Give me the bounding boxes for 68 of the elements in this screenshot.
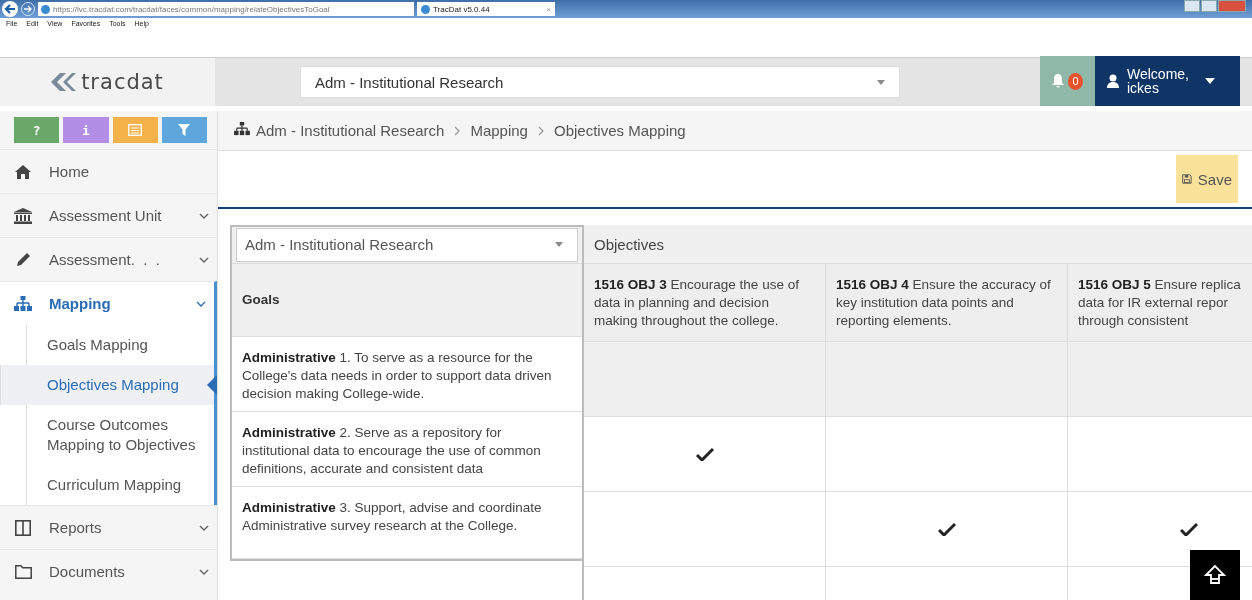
mapping-cell[interactable] <box>1068 341 1252 416</box>
unit-dropdown[interactable]: Adm - Institutional Research <box>300 66 900 98</box>
minimize-button[interactable] <box>1184 0 1200 12</box>
goal-cell: Administrative 2. Serve as a repository for institutional data to encourage the use of common definitions, accurate and consistent data <box>232 410 582 486</box>
nav-label: Documents <box>49 563 126 580</box>
mapping-cell[interactable] <box>826 341 1068 416</box>
bell-icon <box>1052 74 1064 88</box>
globe-icon <box>421 4 430 14</box>
checkmark-icon <box>1179 522 1198 536</box>
unit-dropdown[interactable]: Adm - Institutional Research <box>236 227 578 262</box>
up-arrow-icon <box>1204 564 1226 586</box>
user-icon <box>1107 74 1119 88</box>
nav-item[interactable]: Documents <box>0 549 217 593</box>
mapping-cell[interactable] <box>826 416 1068 491</box>
pencil-icon <box>14 251 32 268</box>
objective-header: 1516 OBJ 5 Ensure replica data for IR external repor through consistent <box>1068 264 1252 341</box>
checkmark-icon <box>695 447 714 461</box>
nav-item[interactable]: Mapping <box>0 281 217 325</box>
nav-item[interactable]: Reports <box>0 505 217 549</box>
folder-icon <box>14 564 32 579</box>
save-button[interactable]: Save <box>1176 155 1238 203</box>
mapping-cell[interactable] <box>584 491 826 566</box>
active-pointer <box>207 375 217 395</box>
column-header: Goals <box>232 262 582 336</box>
nav-subitem[interactable]: Curriculum Mapping <box>26 465 214 505</box>
scroll-to-top-button[interactable] <box>1190 550 1240 600</box>
chevron-right-icon <box>454 125 461 136</box>
goal-cell: Administrative 1. To serve as a resource for the College's data needs in order to support data driven decision making College-wide. <box>232 335 582 411</box>
filter-icon <box>178 124 191 136</box>
checkmark-icon <box>937 522 956 536</box>
bank-icon <box>14 207 32 224</box>
mapping-cell[interactable] <box>826 491 1068 566</box>
mapping-cell[interactable] <box>584 416 826 491</box>
nav-label: Mapping <box>49 295 112 312</box>
tab-title: TracDat v5.0.44 <box>433 4 490 14</box>
dropdown-value: Adm - Institutional Research <box>245 236 434 254</box>
tracdat-logo[interactable]: tracdat <box>0 58 215 106</box>
home-icon <box>14 164 32 179</box>
list-button[interactable] <box>112 117 158 143</box>
back-button[interactable] <box>2 1 18 17</box>
nav-item[interactable]: Home <box>0 149 217 193</box>
mapping-cell[interactable] <box>584 341 826 416</box>
column-header: Objectives <box>584 225 1252 264</box>
globe-icon <box>41 4 50 14</box>
close-button[interactable] <box>1218 0 1246 12</box>
nav-label: Assessment. . . <box>49 251 161 268</box>
nav-label: Home <box>49 163 90 180</box>
browser-tab[interactable]: TracDat v5.0.44 × <box>417 2 555 16</box>
nav-subitem[interactable]: Objectives Mapping <box>0 365 214 405</box>
nav-item[interactable]: Assessment Unit <box>0 193 217 237</box>
user-menu[interactable]: Welcome, ickes <box>1095 56 1240 106</box>
objective-header: 1516 OBJ 4 Ensure the accuracy of key institution data points and reporting elements. <box>826 264 1068 341</box>
sitemap-icon <box>14 295 32 312</box>
notifications-button[interactable]: 0 <box>1040 56 1095 106</box>
address-bar[interactable]: https://lvc.tracdat.com/tracdat/faces/common/mapping/relateObjectivesToGoal <box>38 2 414 16</box>
url-text: https://lvc.tracdat.com/tracdat/faces/common/mapping/relateObjectivesToGoal <box>53 4 330 14</box>
nav-label: Assessment Unit <box>49 207 163 224</box>
columns-icon <box>14 519 32 536</box>
filter-button[interactable] <box>161 117 207 143</box>
breadcrumb-link[interactable]: Adm - Institutional Research <box>256 122 445 139</box>
chevron-right-icon <box>537 125 544 136</box>
notification-count: 0 <box>1068 72 1083 90</box>
objective-header: 1516 OBJ 3 Encourage the use of data in planning and decision making throughout the college. <box>584 264 826 341</box>
nav-subitem[interactable]: Course Outcomes Mapping to Objectives <box>26 405 214 465</box>
list-icon <box>128 124 143 136</box>
maximize-button[interactable] <box>1201 0 1217 12</box>
breadcrumb-link[interactable]: Mapping <box>470 122 528 139</box>
nav-label: Reports <box>49 519 103 536</box>
